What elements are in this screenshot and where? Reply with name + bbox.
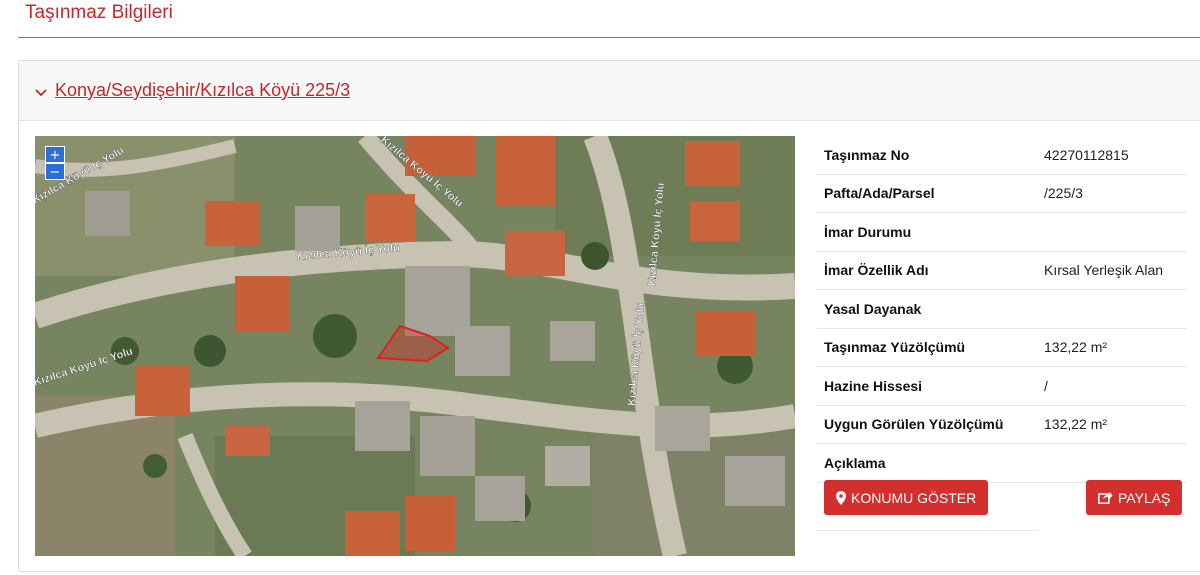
- info-row-tasinmaz-no: Taşınmaz No 42270112815: [817, 136, 1187, 175]
- info-label: İmar Durumu: [824, 223, 912, 240]
- info-row-hazine-hissesi: Hazine Hissesi /: [817, 367, 1187, 406]
- info-label: Taşınmaz Yüzölçümü: [824, 339, 966, 356]
- info-value: 42270112815: [1044, 146, 1129, 163]
- property-link[interactable]: Konya/Seydişehir/Kızılca Köyü 225/3: [55, 80, 350, 101]
- satellite-map[interactable]: Kızılca Köyü İç Yolu Kızılca Köyü İç Yol…: [35, 136, 795, 556]
- share-label: PAYLAŞ: [1118, 489, 1171, 506]
- zoom-out-button[interactable]: −: [45, 163, 65, 180]
- info-label: Açıklama: [824, 454, 886, 471]
- info-row-yuzolcumu: Taşınmaz Yüzölçümü 132,22 m²: [817, 329, 1187, 367]
- info-value: 132,22 m²: [1044, 416, 1108, 433]
- info-row-imar-ozellik: İmar Özellik Adı Kırsal Yerleşik Alan: [817, 252, 1187, 290]
- info-label: Yasal Dayanak: [824, 300, 922, 317]
- info-row-pafta: Pafta/Ada/Parsel /225/3: [817, 175, 1187, 213]
- property-panel: Konya/Seydişehir/Kızılca Köyü 225/3 Kızı…: [18, 60, 1200, 572]
- map-pin-icon: [836, 490, 846, 505]
- panel-header[interactable]: Konya/Seydişehir/Kızılca Köyü 225/3: [19, 61, 1200, 121]
- info-label: Uygun Görülen Yüzölçümü: [824, 416, 1004, 433]
- info-value: /: [1044, 377, 1048, 394]
- info-row-uygun-yuzolcumu: Uygun Görülen Yüzölçümü 132,22 m²: [817, 406, 1187, 444]
- info-value: Kırsal Yerleşik Alan: [1044, 262, 1164, 279]
- info-value: 132,22 m²: [1044, 339, 1108, 356]
- info-value: /225/3: [1044, 185, 1083, 202]
- show-location-label: KONUMU GÖSTER: [851, 489, 977, 506]
- info-label: İmar Özellik Adı: [824, 262, 929, 279]
- info-row-imar-durumu: İmar Durumu: [817, 213, 1187, 252]
- title-divider: [18, 37, 1200, 38]
- map-imagery: Kızılca Köyü İç Yolu Kızılca Köyü İç Yol…: [35, 136, 795, 556]
- info-row-yasal-dayanak: Yasal Dayanak: [817, 290, 1187, 329]
- share-icon: [1098, 492, 1113, 504]
- info-label: Pafta/Ada/Parsel: [824, 185, 935, 202]
- info-row-aciklama: Açıklama: [817, 444, 1187, 483]
- property-info-table: Taşınmaz No 42270112815 Pafta/Ada/Parsel…: [817, 136, 1187, 531]
- info-label: Hazine Hissesi: [824, 377, 923, 394]
- show-location-button[interactable]: KONUMU GÖSTER: [824, 480, 989, 515]
- page-title: Taşınmaz Bilgileri: [25, 2, 173, 23]
- info-label: Taşınmaz No: [824, 146, 910, 163]
- zoom-controls: + −: [45, 146, 65, 180]
- share-button[interactable]: PAYLAŞ: [1086, 480, 1183, 515]
- chevron-down-icon[interactable]: [35, 84, 47, 101]
- zoom-in-button[interactable]: +: [45, 146, 65, 163]
